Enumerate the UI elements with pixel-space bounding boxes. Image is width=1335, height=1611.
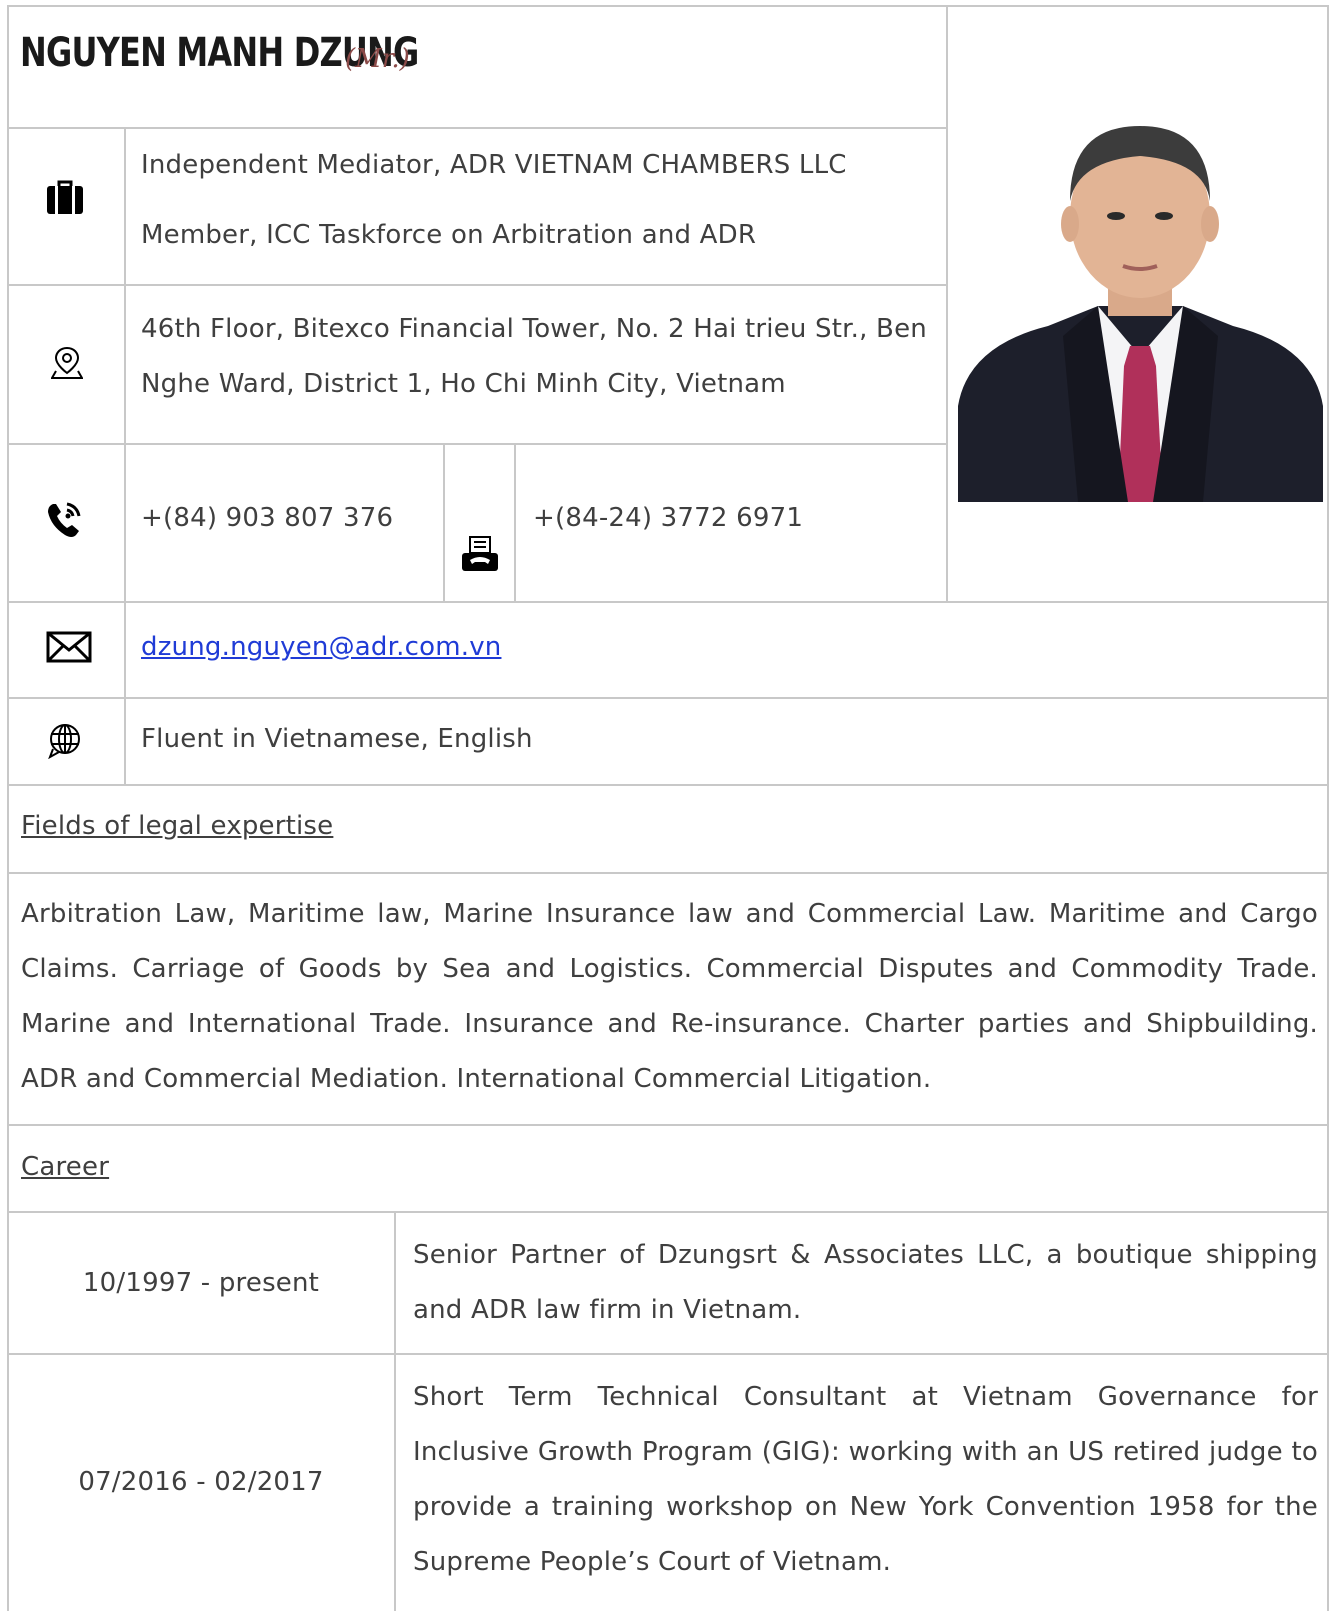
career-heading: Career [21,1152,110,1182]
honorific: (Mr.) [345,44,410,74]
career-description: Senior Partner of Dzungsrt & Associates … [413,1240,1318,1325]
fax-icon [462,536,498,571]
phone-fax-divider-right [514,443,516,602]
career-period: 10/1997 - present [82,1268,320,1298]
globe-chat-icon [48,724,80,759]
border-top [7,5,1329,7]
expertise-heading: Fields of legal expertise [21,811,334,841]
briefcase-icon [47,180,83,214]
icon-column-divider [124,127,126,785]
divider-career-heading [7,1211,1329,1213]
position-secondary: Member, ICC Taskforce on Arbitration and… [141,220,757,250]
phone-number: +(84) 903 807 376 [141,503,394,533]
position-primary: Independent Mediator, ADR VIETNAM CHAMBE… [141,150,847,180]
career-description: Short Term Technical Consultant at Vietn… [413,1382,1318,1577]
languages-text: Fluent in Vietnamese, English [141,724,533,754]
border-left [7,5,9,1611]
divider-expertise-heading [7,872,1329,874]
divider-address [7,443,947,445]
divider-career-row1 [7,1353,1329,1355]
portrait-illustration [958,126,1323,502]
divider-header [7,127,947,129]
map-pin-icon [51,346,83,379]
photo-column-divider [946,5,948,603]
divider-positions [7,284,947,286]
envelope-icon [46,631,92,663]
expertise-text: Arbitration Law, Maritime law, Marine In… [21,899,1318,1094]
fax-number: +(84-24) 3772 6971 [533,503,804,533]
divider-expertise-text [7,1124,1329,1126]
address-text: 46th Floor, Bitexco Financial Tower, No.… [141,314,927,399]
phone-ringing-icon [48,502,81,537]
border-right [1327,5,1329,1611]
divider-phone [7,601,1329,603]
phone-fax-divider-left [443,443,445,602]
divider-email [7,697,1329,699]
career-period: 07/2016 - 02/2017 [78,1467,324,1497]
email-link[interactable]: dzung.nguyen@adr.com.vn [141,620,501,675]
portrait-photo [958,106,1323,502]
divider-language [7,784,1329,786]
